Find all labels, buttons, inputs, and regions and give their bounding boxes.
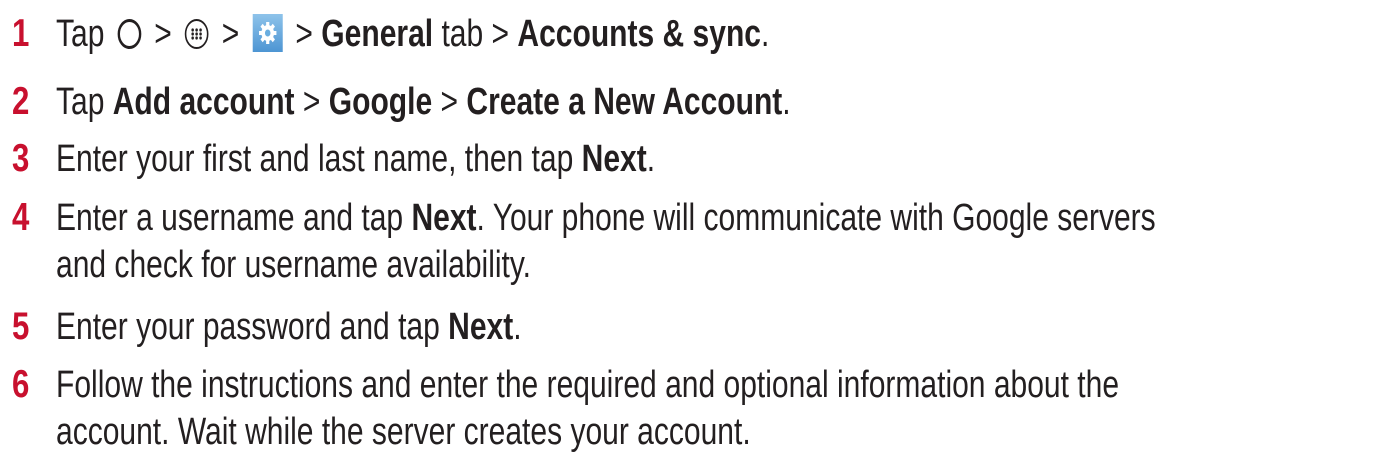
step-text-line-2: and check for username availability. [56, 244, 531, 286]
google-label: Google [328, 81, 433, 123]
period: . [646, 138, 656, 180]
step-number: 6 [12, 363, 30, 406]
step-number: 1 [12, 12, 30, 55]
step-text: Follow the instructions and enter the re… [56, 364, 1120, 406]
period: . [760, 13, 770, 55]
step-text: Enter your first and last name, then tap… [56, 137, 655, 181]
separator: > [154, 13, 172, 55]
next-label: Next [448, 306, 514, 348]
tab-word: tab [441, 13, 484, 55]
next-label: Next [581, 138, 647, 180]
separator: > [221, 13, 240, 55]
step-body: Enter a username and tap [56, 197, 404, 239]
step-number: 3 [12, 137, 30, 180]
next-label: Next [411, 197, 477, 239]
separator: > [440, 81, 459, 123]
period: . [513, 306, 522, 348]
step-text: Enter a username and tap Next. Your phon… [56, 196, 1156, 240]
period: . [782, 81, 791, 123]
step-number: 5 [12, 305, 30, 348]
separator: > [295, 13, 313, 55]
step-body-continued: . Your phone will communicate with Googl… [476, 197, 1156, 239]
step-text-line-2: account. Wait while the server creates y… [56, 411, 751, 453]
step-number: 4 [12, 196, 30, 239]
step-number: 2 [12, 80, 30, 123]
tap-word: Tap [56, 81, 105, 123]
accounts-sync-label: Accounts & sync [517, 13, 761, 55]
tap-word: Tap [56, 13, 105, 55]
step-text: Tap > > > General tab > Accounts & sync. [56, 12, 769, 58]
separator: > [491, 13, 510, 55]
home-icon [117, 18, 142, 49]
apps-icon [184, 18, 209, 49]
step-text: Tap Add account > Google > Create a New … [56, 80, 791, 124]
separator: > [302, 81, 321, 123]
step-body: Enter your first and last name, then tap [56, 138, 574, 180]
settings-icon [252, 13, 283, 52]
create-account-label: Create a New Account [466, 81, 783, 123]
step-text: Enter your password and tap Next. [56, 305, 522, 349]
step-body: Enter your password and tap [56, 306, 440, 348]
add-account-label: Add account [112, 81, 295, 123]
general-label: General [321, 13, 434, 55]
